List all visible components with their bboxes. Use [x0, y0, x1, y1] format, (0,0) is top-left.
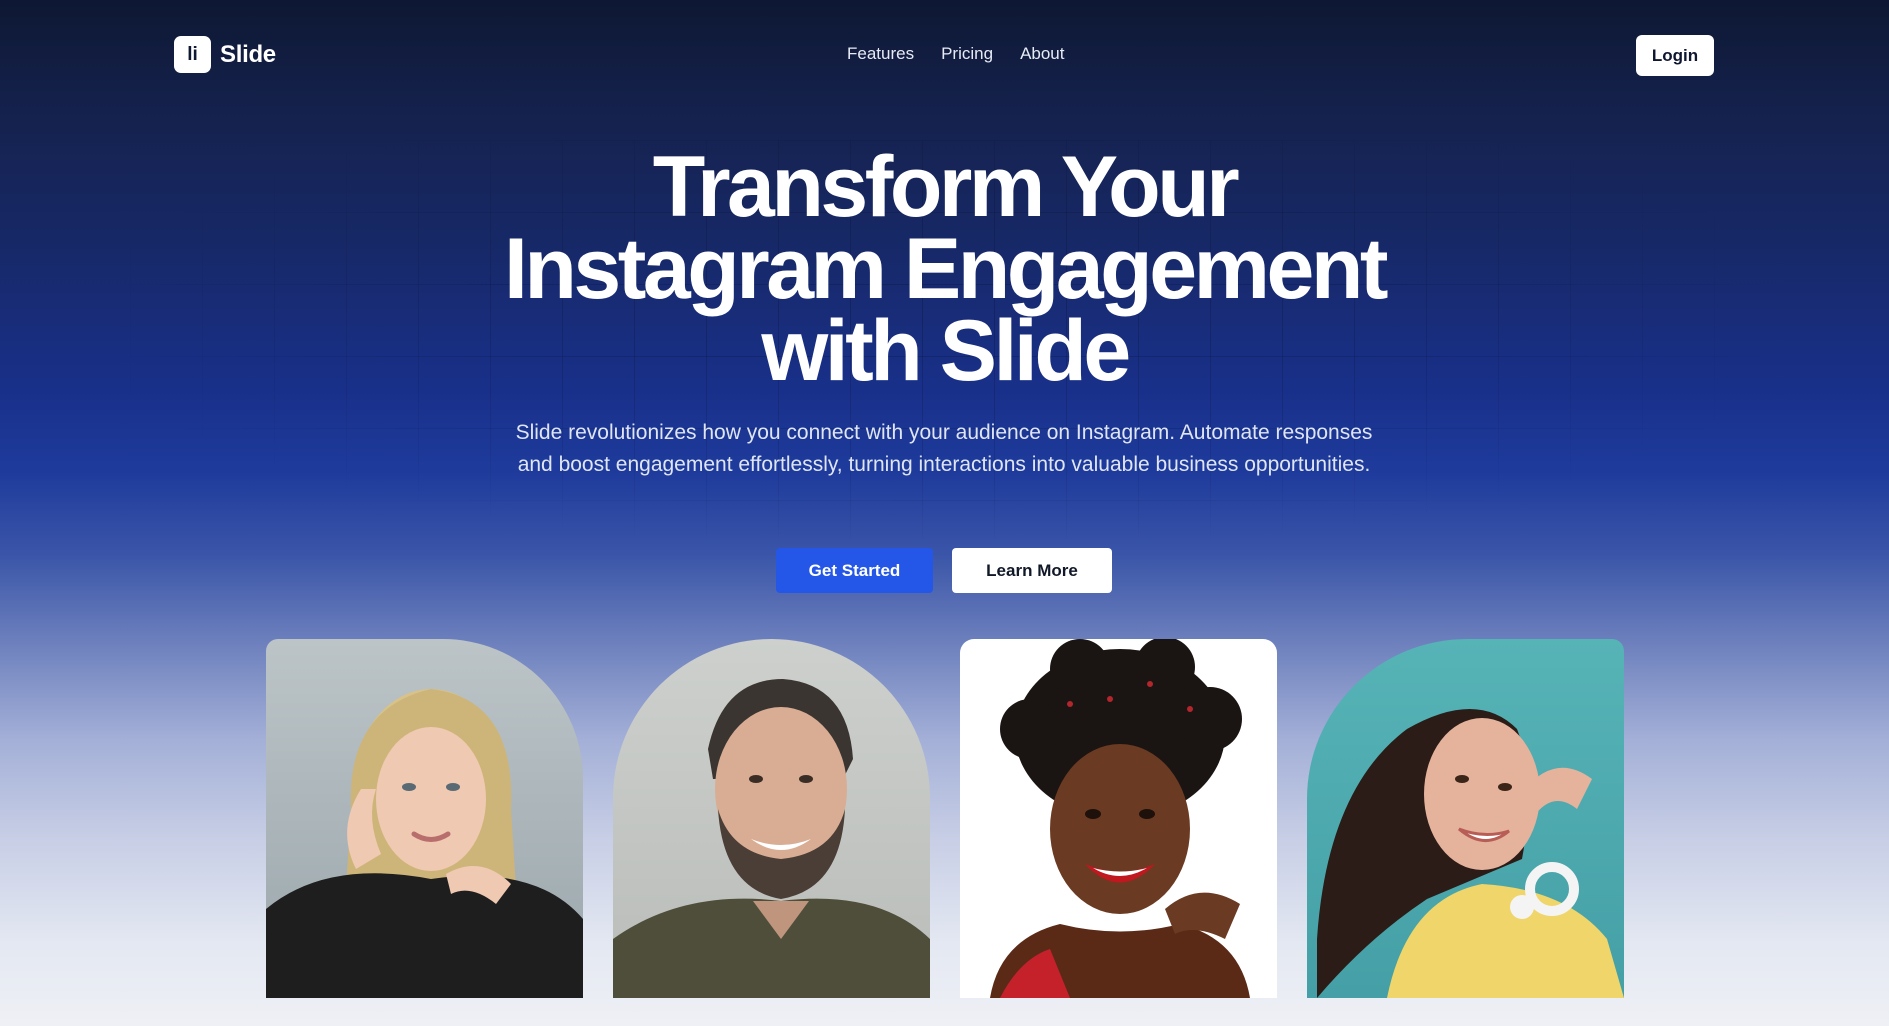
nav-links: Features Pricing About	[847, 44, 1065, 64]
hero-title-line-1: Transform Your	[652, 139, 1240, 235]
portrait-man-bearded	[613, 639, 930, 998]
nav-link-about[interactable]: About	[1020, 44, 1064, 64]
hero-title-line-3: with Slide	[761, 303, 1131, 399]
portrait-woman-brunette-image	[1317, 709, 1624, 998]
portrait-woman-curly-image	[990, 639, 1250, 998]
login-button[interactable]: Login	[1636, 35, 1714, 76]
portrait-woman-curly	[960, 639, 1277, 998]
brand-name: Slide	[220, 40, 276, 68]
portrait-woman-brunette	[1307, 639, 1624, 998]
top-navigation: li Slide Features Pricing About Login	[0, 0, 1889, 110]
learn-more-button[interactable]: Learn More	[952, 548, 1112, 593]
nav-link-features[interactable]: Features	[847, 44, 914, 64]
hero-title: Transform Your Instagram Engagement with…	[0, 139, 1889, 399]
hero-subtitle: Slide revolutionizes how you connect wit…	[515, 421, 1373, 476]
hero-title-line-2: Instagram Engagement	[504, 221, 1389, 317]
get-started-button[interactable]: Get Started	[776, 548, 933, 593]
brand-logo-link[interactable]: li Slide	[174, 36, 276, 73]
portrait-gallery	[266, 639, 1624, 998]
cta-row: Get Started Learn More	[776, 548, 1112, 593]
nav-link-pricing[interactable]: Pricing	[941, 44, 993, 64]
brand-mark-icon: li	[174, 36, 211, 73]
portrait-woman-blonde-image	[266, 689, 583, 998]
portrait-woman-blonde	[266, 639, 583, 998]
portrait-man-bearded-image	[613, 679, 930, 998]
